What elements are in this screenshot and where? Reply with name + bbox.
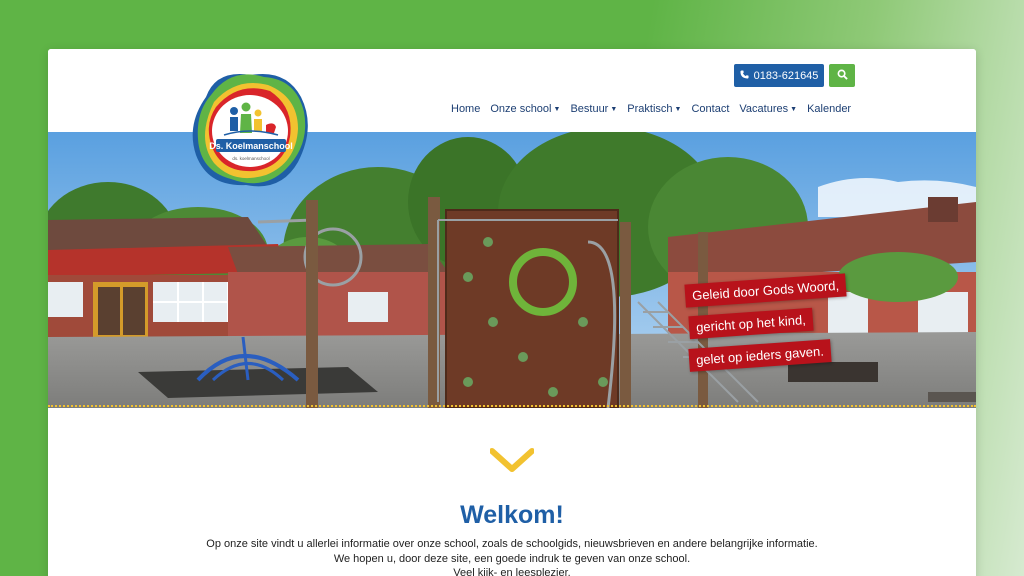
nav-item-onze-school[interactable]: Onze school ▼ bbox=[490, 103, 560, 115]
nav-item-kalender[interactable]: Kalender bbox=[807, 103, 851, 115]
nav-item-contact[interactable]: Contact bbox=[691, 103, 729, 115]
nav-item-vacatures[interactable]: Vacatures ▼ bbox=[739, 103, 797, 115]
search-icon bbox=[837, 67, 848, 85]
hero-divider bbox=[48, 405, 976, 409]
phone-button[interactable]: 0183-621645 bbox=[734, 64, 824, 87]
phone-number: 0183-621645 bbox=[753, 69, 819, 82]
caret-down-icon: ▼ bbox=[790, 105, 798, 113]
nav-item-praktisch[interactable]: Praktisch ▼ bbox=[627, 103, 681, 115]
logo-name: Ds. Koelmanschool bbox=[209, 141, 293, 151]
main-nav: Home Onze school ▼ Bestuur ▼ Praktisch ▼ Co… bbox=[451, 103, 851, 115]
caret-down-icon: ▼ bbox=[553, 105, 561, 113]
nav-label: Vacatures bbox=[739, 103, 789, 115]
welcome-line: Op onze site vindt u allerlei informatie… bbox=[206, 538, 818, 550]
nav-label: Onze school bbox=[490, 103, 552, 115]
welcome-text: Op onze site vindt u allerlei informatie… bbox=[48, 537, 976, 576]
caret-down-icon: ▼ bbox=[674, 105, 682, 113]
search-button[interactable] bbox=[829, 64, 855, 87]
school-logo[interactable]: Ds. Koelmanschool ds. koelmanschool bbox=[186, 67, 316, 193]
logo-subtext: ds. koelmanschool bbox=[232, 156, 269, 161]
page-card: 0183-621645 Home Onze school ▼ Bestuur ▼ P… bbox=[48, 49, 976, 576]
nav-label: Praktisch bbox=[627, 103, 673, 115]
welcome-line: We hopen u, door deze site, een goede in… bbox=[333, 552, 691, 565]
nav-label: Bestuur bbox=[570, 103, 609, 115]
nav-label: Kalender bbox=[807, 103, 852, 115]
nav-label: Contact bbox=[691, 103, 730, 115]
phone-icon bbox=[740, 69, 749, 82]
welcome-line: Veel kijk- en leesplezier. bbox=[453, 567, 571, 576]
nav-item-home[interactable]: Home bbox=[451, 103, 480, 115]
welcome-title: Welkom! bbox=[460, 501, 564, 529]
nav-item-bestuur[interactable]: Bestuur ▼ bbox=[570, 103, 617, 115]
nav-label: Home bbox=[451, 103, 481, 115]
caret-down-icon: ▼ bbox=[610, 105, 618, 113]
chevron-down-icon[interactable] bbox=[489, 447, 535, 480]
